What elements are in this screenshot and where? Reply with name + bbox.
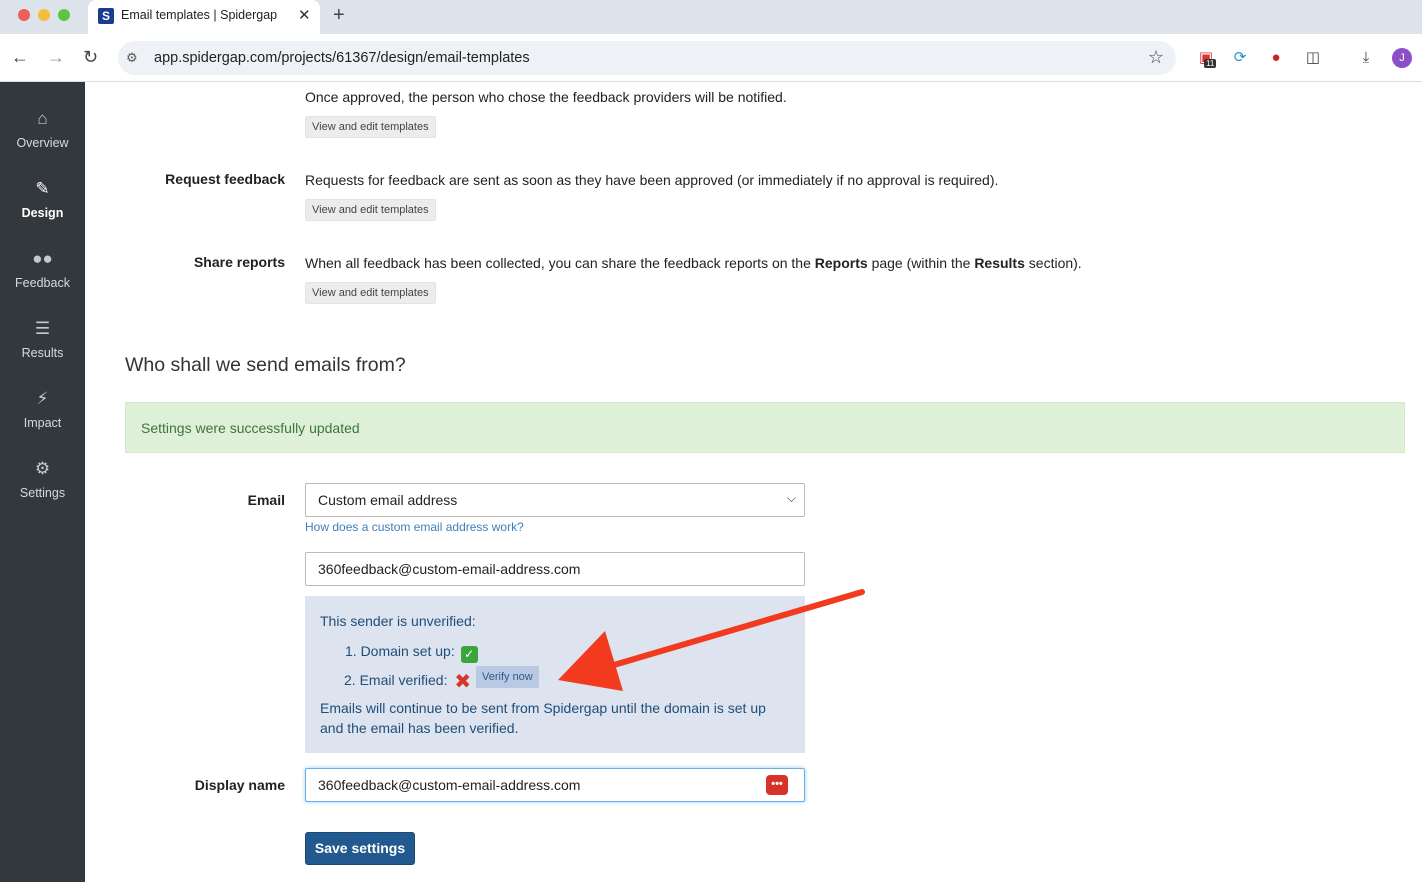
verification-note-line1: Emails will continue to be sent from Spi… <box>320 700 766 716</box>
home-icon: ⌂ <box>37 109 48 128</box>
custom-email-input[interactable]: 360feedback@custom-email-address.com <box>305 552 805 586</box>
address-bar[interactable]: ⚙ app.spidergap.com/projects/61367/desig… <box>118 41 1176 75</box>
results-link-text: Results <box>974 255 1025 271</box>
bolt-icon: ⚡ <box>36 389 49 408</box>
share-view-templates-button[interactable]: View and edit templates <box>305 282 436 304</box>
reports-link-text: Reports <box>814 255 868 271</box>
email-label: Email <box>247 492 285 508</box>
share-text-after: section). <box>1024 255 1082 271</box>
url-text[interactable]: app.spidergap.com/projects/61367/design/… <box>154 50 530 66</box>
users-icon: ●● <box>32 249 53 268</box>
sidebar-item-overview[interactable]: ⌂ Overview <box>0 108 85 168</box>
profile-avatar[interactable]: J <box>1392 48 1412 68</box>
pencil-icon: ✎ <box>35 179 50 198</box>
bookmark-star-icon[interactable]: ☆ <box>1148 47 1164 68</box>
share-reports-label: Share reports <box>193 254 285 270</box>
verification-note-line2: and the email has been verified. <box>320 720 519 736</box>
sidebar-item-label: Settings <box>19 486 66 500</box>
sidebar-item-settings[interactable]: ⚙ Settings <box>0 458 85 518</box>
share-text-before: When all feedback has been collected, yo… <box>305 255 815 271</box>
display-name-label: Display name <box>194 777 285 793</box>
refresh-extension-icon[interactable]: ⟳ <box>1230 48 1250 68</box>
request-feedback-label: Request feedback <box>165 171 285 187</box>
main-content: Once approved, the person who chose the … <box>85 82 1422 882</box>
puzzle-extensions-icon[interactable]: ◫ <box>1303 48 1323 68</box>
browser-tab[interactable]: S Email templates | Spidergap ✕ <box>88 0 320 34</box>
domain-setup-step: 1. Domain set up: ✓ <box>345 643 478 663</box>
window-minimize-button[interactable] <box>38 9 50 21</box>
success-alert: Settings were successfully updated <box>125 402 1405 453</box>
custom-email-help-link[interactable]: How does a custom email address work? <box>305 520 524 534</box>
bars-icon: ☰ <box>34 319 51 338</box>
download-icon[interactable]: ⤓ <box>1356 48 1376 68</box>
password-manager-icon[interactable]: ••• <box>766 775 788 795</box>
tab-title: Email templates | Spidergap <box>121 8 278 22</box>
approval-view-templates-button[interactable]: View and edit templates <box>305 116 436 138</box>
reload-icon[interactable]: ↻ <box>83 47 98 68</box>
unverified-title: This sender is unverified: <box>320 613 476 629</box>
email-type-select[interactable]: Custom email address ⌵ <box>305 483 805 517</box>
request-view-templates-button[interactable]: View and edit templates <box>305 199 436 221</box>
new-tab-button[interactable]: + <box>333 4 345 27</box>
window-maximize-button[interactable] <box>58 9 70 21</box>
browser-toolbar: ← → ↻ ⚙ app.spidergap.com/projects/61367… <box>0 34 1422 82</box>
email-verified-step: 2. Email verified: ✖ <box>344 669 471 694</box>
cross-icon: ✖ <box>454 671 472 693</box>
sidebar-item-label: Feedback <box>15 276 70 290</box>
forward-arrow-icon[interactable]: → <box>47 47 65 68</box>
share-text-mid: page (within the <box>867 255 975 271</box>
sidebar-item-label: Overview <box>16 136 69 150</box>
site-settings-icon[interactable]: ⚙ <box>126 50 138 66</box>
display-name-input[interactable]: 360feedback@custom-email-address.com ••• <box>305 768 805 802</box>
gear-icon: ⚙ <box>34 459 51 478</box>
email-verified-label: 2. Email verified: <box>344 672 448 688</box>
back-arrow-icon[interactable]: ← <box>11 47 29 68</box>
sidebar-item-label: Impact <box>23 416 62 430</box>
save-settings-button[interactable]: Save settings <box>305 832 415 865</box>
extension-badge: 11 <box>1204 59 1217 68</box>
sidebar-item-feedback[interactable]: ●● Feedback <box>0 248 85 308</box>
sidebar-item-label: Design <box>21 206 64 220</box>
request-feedback-description: Requests for feedback are sent as soon a… <box>305 172 999 188</box>
sidebar-item-impact[interactable]: ⚡ Impact <box>0 388 85 448</box>
tab-close-icon[interactable]: ✕ <box>298 6 311 24</box>
domain-setup-label: 1. Domain set up: <box>345 643 455 659</box>
share-reports-description: When all feedback has been collected, yo… <box>305 255 1082 271</box>
browser-tab-strip: S Email templates | Spidergap ✕ + <box>0 0 1422 34</box>
spidergap-favicon-icon: S <box>98 8 114 24</box>
email-select-value: Custom email address <box>318 492 458 508</box>
sidebar-item-label: Results <box>21 346 64 360</box>
check-icon: ✓ <box>460 646 478 663</box>
verify-now-button[interactable]: Verify now <box>476 666 539 688</box>
success-message: Settings were successfully updated <box>141 420 360 436</box>
tomato-extension-icon[interactable]: ● <box>1266 48 1286 68</box>
sender-section-heading: Who shall we send emails from? <box>125 354 406 376</box>
verification-status-box: This sender is unverified: 1. Domain set… <box>305 596 805 753</box>
app-sidebar: ⌂ Overview ✎ Design ●● Feedback ☰ Result… <box>0 82 85 882</box>
display-name-value: 360feedback@custom-email-address.com <box>318 777 581 793</box>
chevron-down-icon: ⌵ <box>786 491 796 505</box>
sidebar-item-results[interactable]: ☰ Results <box>0 318 85 378</box>
window-close-button[interactable] <box>18 9 30 21</box>
sidebar-item-design[interactable]: ✎ Design <box>0 178 85 238</box>
custom-email-value: 360feedback@custom-email-address.com <box>318 561 581 577</box>
approval-description: Once approved, the person who chose the … <box>305 89 787 105</box>
